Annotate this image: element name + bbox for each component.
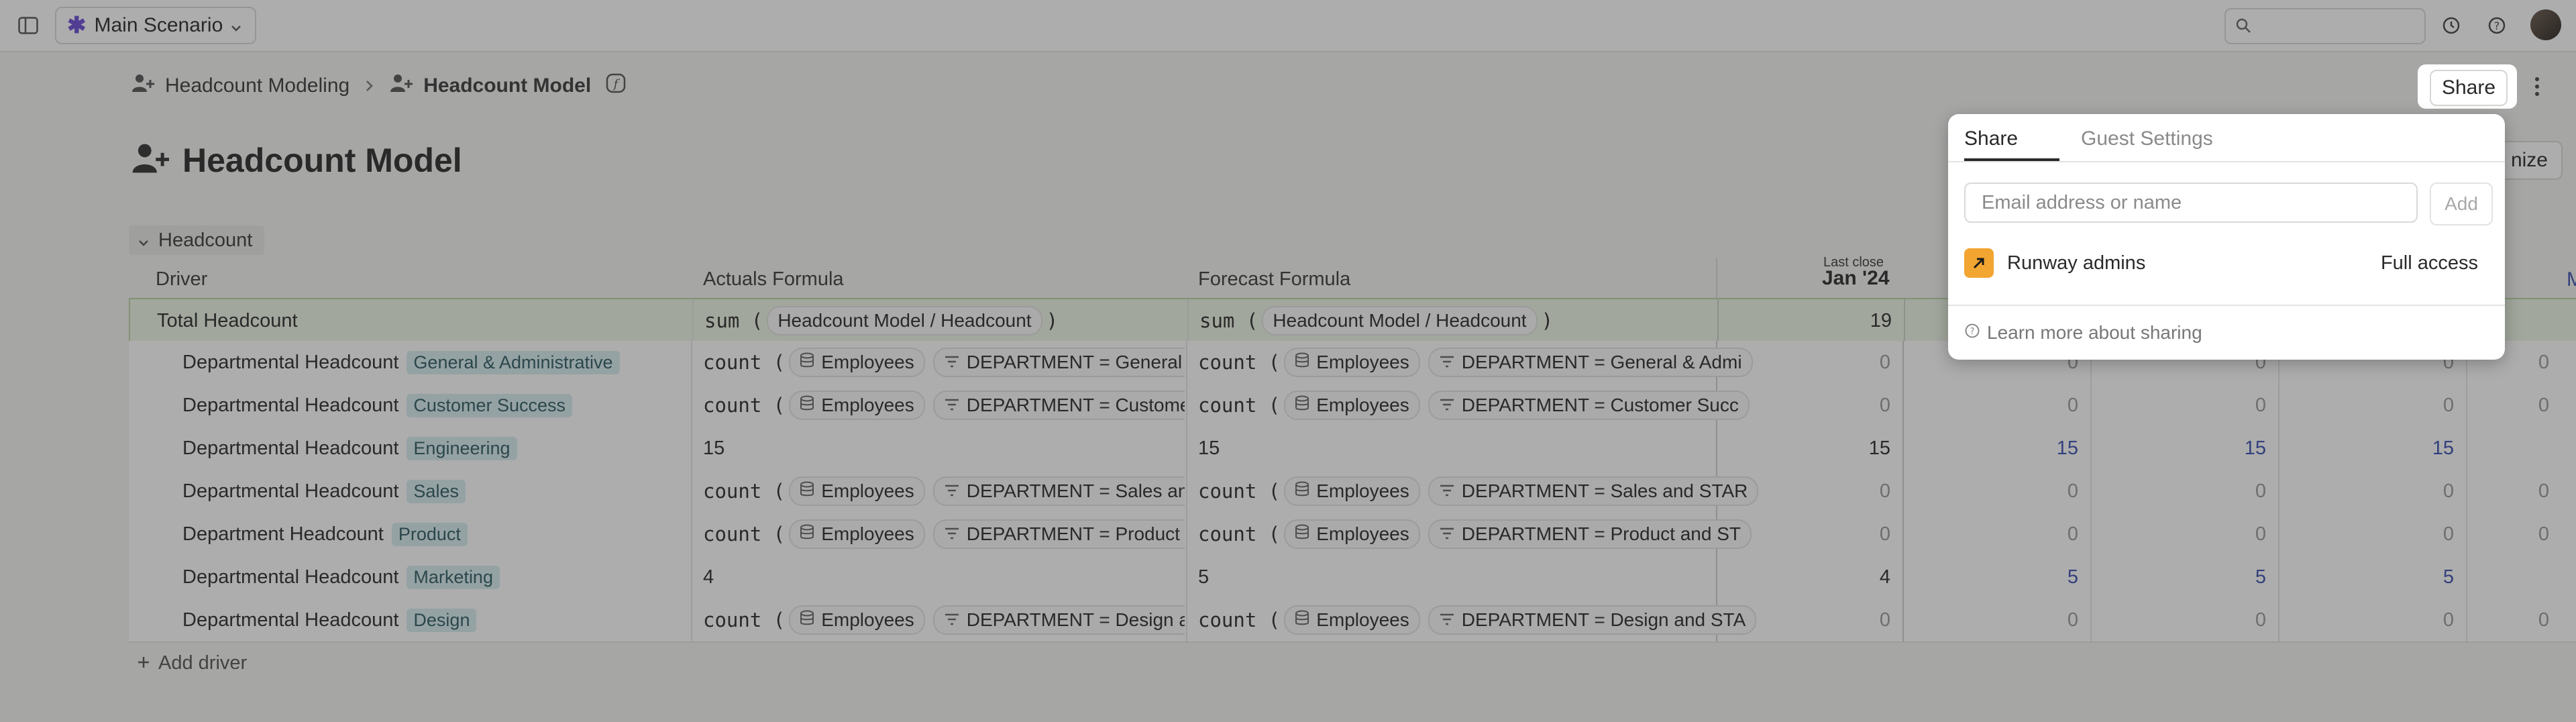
add-button[interactable]: Add [2430, 183, 2493, 225]
tab-share-label: Share [1964, 127, 2019, 150]
email-input[interactable]: Email address or name [1964, 183, 2418, 223]
share-button-label: Share [2441, 76, 2496, 99]
modal-backdrop[interactable] [0, 0, 2576, 722]
svg-text:?: ? [1970, 327, 1975, 337]
tab-guest-settings[interactable]: Guest Settings [2081, 127, 2213, 150]
member-name: Runway admins [2007, 252, 2146, 274]
help-circle-icon: ? [1964, 322, 1980, 344]
email-placeholder: Email address or name [1982, 191, 2182, 213]
share-button[interactable]: Share [2430, 70, 2508, 106]
share-popover: Share Guest Settings Email address or na… [1948, 114, 2505, 360]
member-access-label: Full access [2380, 252, 2478, 274]
tab-share[interactable]: Share [1964, 127, 2018, 150]
tab-divider [1948, 161, 2505, 162]
add-button-label: Add [2445, 193, 2478, 214]
member-access-dropdown[interactable]: Full access [2381, 252, 2478, 274]
learn-more-link[interactable]: ? Learn more about sharing [1964, 322, 2202, 344]
runway-logo-icon [1964, 248, 1994, 278]
footer-divider [1948, 305, 2505, 306]
learn-more-label: Learn more about sharing [1987, 322, 2202, 343]
tab-guest-label: Guest Settings [2081, 127, 2213, 150]
